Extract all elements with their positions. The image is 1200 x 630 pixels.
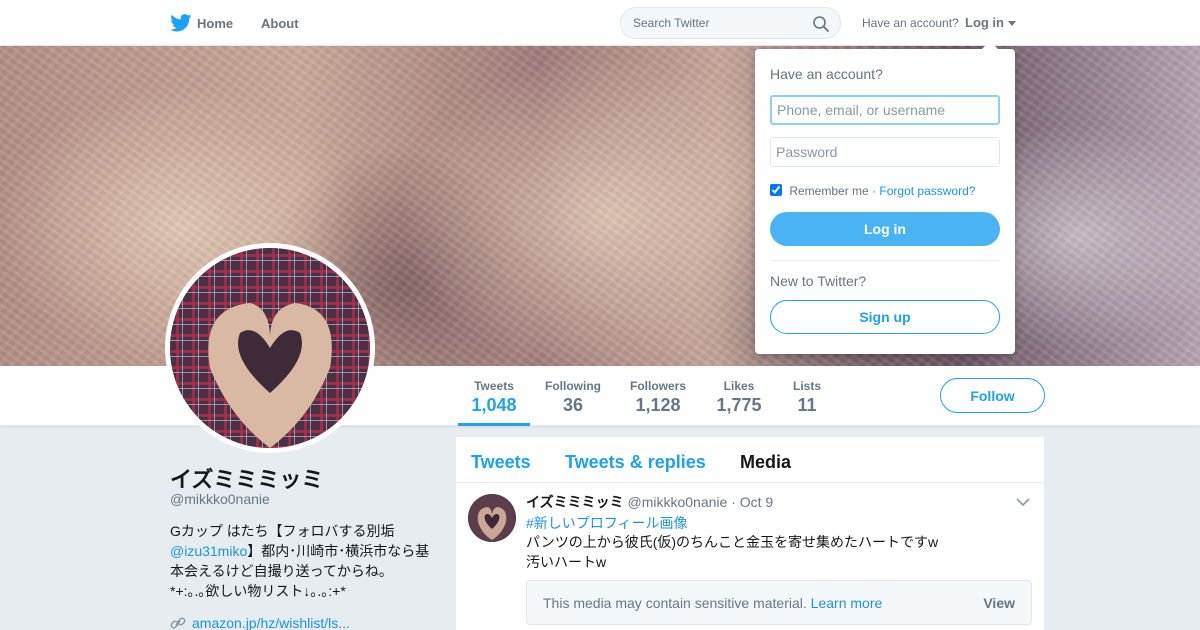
sensitive-message: This media may contain sensitive materia…: [543, 595, 807, 611]
stat-following[interactable]: Following 36: [540, 366, 606, 426]
search-icon[interactable]: [812, 15, 830, 33]
stat-followers[interactable]: Followers 1,128: [626, 366, 690, 426]
tweet-header: イズミミミッミ @mikkko0nanie · Oct 9: [526, 492, 773, 512]
tweet-author-handle[interactable]: @mikkko0nanie: [627, 494, 727, 510]
stat-value: 1,775: [716, 395, 762, 415]
profile-name: イズミミミッミ: [170, 467, 324, 492]
bio-text: *+:｡.｡欲しい物リスト↓｡.｡:+*: [170, 583, 346, 599]
link-icon: [170, 617, 186, 629]
tweet-avatar[interactable]: [468, 494, 516, 542]
login-button[interactable]: Log in: [770, 212, 1000, 246]
tweet-separator: ·: [731, 494, 736, 510]
profile-url[interactable]: amazon.jp/hz/wishlist/ls...: [170, 615, 350, 630]
have-account-text: Have an account?: [862, 16, 959, 30]
new-to-twitter-text: New to Twitter?: [770, 273, 867, 289]
profile-avatar[interactable]: [165, 243, 375, 453]
username-input[interactable]: [770, 95, 1000, 125]
tweet-date[interactable]: Oct 9: [740, 494, 773, 510]
sensitive-notice-text: This media may contain sensitive materia…: [543, 595, 882, 611]
sensitive-media-notice: This media may contain sensitive materia…: [526, 580, 1032, 625]
top-nav: Home About Have an account? Log in: [0, 0, 1200, 46]
bio-text: Gカップ はたち【フォロバする別垢: [170, 523, 395, 539]
stat-label: Following: [545, 379, 601, 393]
stat-label: Lists: [792, 379, 821, 393]
tweet-text-line: パンツの上から彼氏(仮)のちんこと金玉を寄せ集めたハートですw: [526, 534, 939, 550]
remember-me-checkbox[interactable]: [770, 184, 782, 196]
chevron-down-icon[interactable]: [1016, 497, 1030, 507]
login-dropdown-toggle[interactable]: Log in: [965, 15, 1004, 30]
login-dropdown-heading: Have an account?: [770, 66, 883, 82]
tweet-text: パンツの上から彼氏(仮)のちんこと金玉を寄せ集めたハートですw 汚いハートw: [526, 532, 938, 572]
search-input[interactable]: [633, 15, 813, 31]
tweet-item[interactable]: イズミミミッミ @mikkko0nanie · Oct 9 #新しいプロフィール…: [456, 437, 1044, 630]
remember-row: Remember me · Forgot password?: [770, 184, 975, 198]
caret-down-icon[interactable]: [1008, 21, 1016, 26]
stat-label: Likes: [723, 379, 755, 393]
tweet-hashtag-link[interactable]: #新しいプロフィール画像: [526, 513, 688, 533]
learn-more-link[interactable]: Learn more: [811, 595, 883, 611]
profile-url-text[interactable]: amazon.jp/hz/wishlist/ls...: [192, 615, 350, 630]
stat-likes[interactable]: Likes 1,775: [712, 366, 766, 426]
stat-value: 1,048: [471, 395, 517, 415]
nav-about-link[interactable]: About: [261, 16, 299, 31]
profile-bio: Gカップ はたち【フォロバする別垢@izu31miko】都内･川崎市･横浜市なら…: [170, 521, 440, 601]
dropdown-divider: [770, 260, 1000, 261]
login-dropdown: Have an account? Remember me · Forgot pa…: [755, 41, 1015, 354]
remember-me-label[interactable]: Remember me: [789, 184, 868, 198]
forgot-password-link[interactable]: Forgot password?: [879, 184, 975, 198]
search-box[interactable]: [620, 7, 841, 39]
stat-label: Tweets: [474, 379, 514, 393]
avatar-image: [170, 248, 370, 448]
tweet-author-name[interactable]: イズミミミッミ: [526, 494, 624, 510]
stat-value: 11: [797, 395, 817, 415]
stat-lists[interactable]: Lists 11: [786, 366, 828, 426]
profile-handle[interactable]: @mikkko0nanie: [170, 491, 270, 507]
tweet-text-line: 汚いハートw: [526, 554, 607, 570]
follow-button[interactable]: Follow: [940, 378, 1045, 413]
password-input[interactable]: [770, 137, 1000, 167]
tweet-avatar-image: [468, 494, 516, 542]
twitter-bird-icon[interactable]: [170, 14, 192, 32]
bio-mention-link[interactable]: @izu31miko: [170, 543, 247, 559]
view-media-button[interactable]: View: [983, 595, 1015, 611]
remember-separator: ·: [872, 184, 877, 198]
stat-value: 1,128: [635, 395, 681, 415]
stat-value: 36: [562, 395, 584, 415]
stat-label: Followers: [629, 379, 686, 393]
dropdown-arrow: [982, 41, 998, 49]
stat-tweets[interactable]: Tweets 1,048: [458, 366, 530, 426]
signup-button[interactable]: Sign up: [770, 300, 1000, 334]
nav-home-link[interactable]: Home: [197, 16, 233, 31]
